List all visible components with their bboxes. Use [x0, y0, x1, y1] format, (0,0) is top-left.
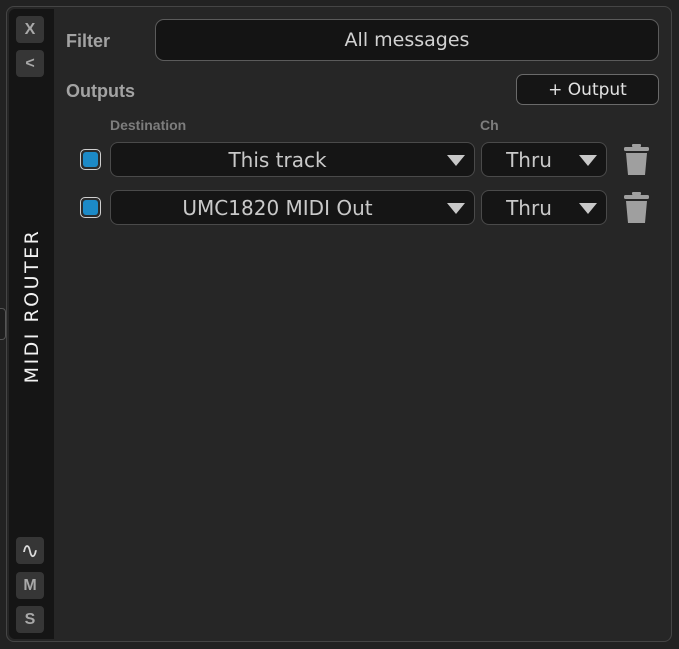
destination-dropdown[interactable]: UMC1820 MIDI Out: [110, 190, 475, 225]
device-title: MIDI ROUTER: [21, 228, 43, 384]
channel-dropdown[interactable]: Thru: [481, 190, 607, 225]
output-enable-toggle[interactable]: [80, 197, 101, 218]
destination-column-header: Destination: [110, 117, 187, 133]
collapse-button[interactable]: <: [16, 50, 44, 77]
close-button[interactable]: X: [16, 16, 44, 43]
solo-button[interactable]: S: [16, 606, 44, 633]
filter-value: All messages: [344, 29, 470, 51]
channel-column-header: Ch: [480, 117, 499, 133]
chevron-down-icon: [447, 155, 465, 166]
channel-dropdown[interactable]: Thru: [481, 142, 607, 177]
filter-label: Filter: [66, 31, 111, 51]
waveform-icon[interactable]: ∿: [16, 537, 44, 564]
trash-icon[interactable]: [623, 192, 650, 224]
chevron-down-icon: [579, 155, 597, 166]
trash-icon[interactable]: [623, 144, 650, 176]
filter-dropdown[interactable]: All messages: [155, 19, 659, 61]
destination-dropdown[interactable]: This track: [110, 142, 475, 177]
destination-value: This track: [228, 147, 327, 172]
output-enable-toggle[interactable]: [80, 149, 101, 170]
toggle-indicator: [83, 152, 98, 167]
mute-button[interactable]: M: [16, 572, 44, 599]
chevron-down-icon: [447, 203, 465, 214]
toggle-indicator: [83, 200, 98, 215]
add-output-button[interactable]: + Output: [516, 74, 659, 105]
outputs-label: Outputs: [66, 81, 135, 101]
destination-value: UMC1820 MIDI Out: [182, 195, 373, 220]
channel-value: Thru: [506, 147, 552, 172]
chevron-down-icon: [579, 203, 597, 214]
channel-value: Thru: [506, 195, 552, 220]
